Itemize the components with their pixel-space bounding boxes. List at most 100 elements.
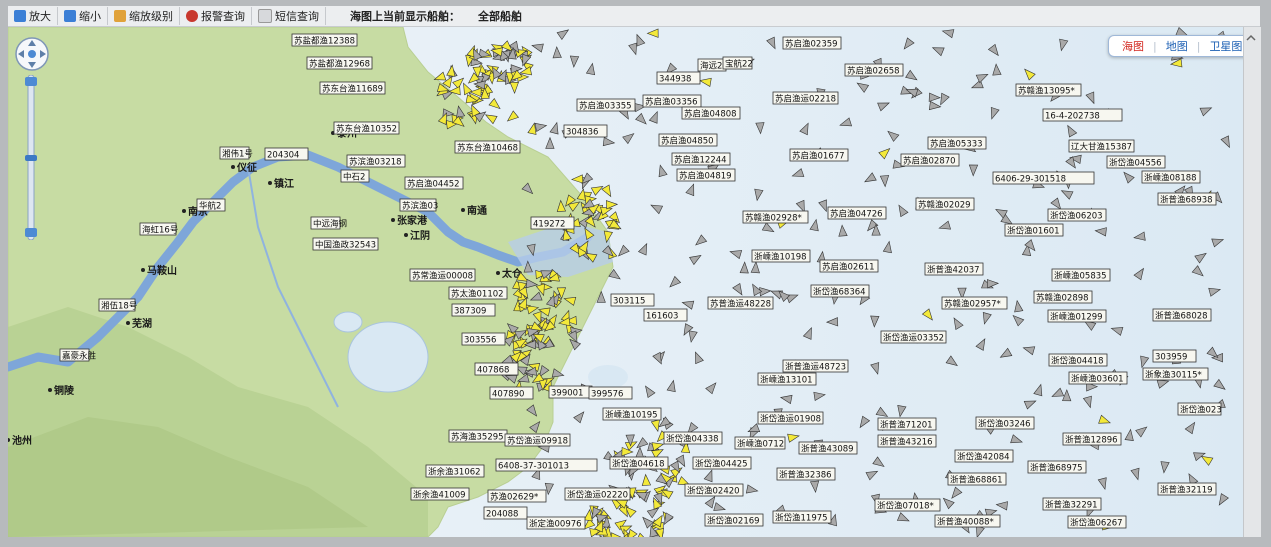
vessel-label[interactable]: 苏启渔01677: [789, 148, 849, 162]
vessel-label[interactable]: 宝航22: [722, 56, 753, 70]
vessel-label[interactable]: 苏启渔02658: [844, 63, 904, 77]
vessel-label[interactable]: 湘伍18号: [98, 298, 137, 312]
pan-control[interactable]: [14, 36, 50, 72]
alarm-query-button[interactable]: 报警查询: [180, 7, 252, 25]
vessel-label[interactable]: 苏盐都渔12968: [306, 56, 373, 70]
map-svg[interactable]: 泰州仪征镇江南京马鞍山芜湖铜陵江阴张家港南通太仓池州苏盐都渔12388苏盐都渔1…: [8, 27, 1243, 537]
vessel-label[interactable]: 苏启渔02611: [819, 259, 879, 273]
vessel-label[interactable]: 浙象渔30115*: [1142, 367, 1209, 381]
vessel-label[interactable]: 344938: [656, 71, 701, 85]
vessel-label[interactable]: 浙岱渔023: [1177, 402, 1222, 416]
vessel-label[interactable]: 辽大甘渔15387: [1068, 139, 1135, 153]
vessel-label[interactable]: 浙岱渔07018*: [874, 498, 941, 512]
vessel-label[interactable]: 浙嵊渔10198: [751, 249, 811, 263]
vessel-label[interactable]: 浙普渔12896: [1062, 432, 1122, 446]
vessel-label[interactable]: 苏启渔04808: [681, 106, 741, 120]
vessel-label[interactable]: 浙岱渔运03352: [880, 330, 947, 344]
vessel-label[interactable]: 浙普渔68861: [947, 472, 1007, 486]
vessel-label[interactable]: 苏东台渔11689: [319, 81, 386, 95]
map-type-road[interactable]: 地图: [1157, 38, 1197, 54]
vessel-label[interactable]: 苏赣渔02898: [1033, 290, 1093, 304]
vessel-label[interactable]: 苏启渔运02218: [772, 91, 839, 105]
vessel-label[interactable]: 浙岱渔04425: [692, 456, 752, 470]
vessel-label[interactable]: 浙普渔68938: [1157, 192, 1217, 206]
vessel-label[interactable]: 204088: [483, 506, 528, 520]
vessel-label[interactable]: 浙普渔32386: [776, 467, 836, 481]
vessel-label[interactable]: 浙定渔00976: [526, 516, 586, 530]
vessel-label[interactable]: 苏赣渔02029: [915, 197, 975, 211]
vessel-label[interactable]: 浙余渔41009: [410, 487, 470, 501]
vessel-label[interactable]: 苏启渔03355: [576, 98, 636, 112]
vessel-label[interactable]: 苏赣渔02957*: [941, 296, 1008, 310]
vessel-label[interactable]: 204304: [264, 147, 309, 161]
vessel-label[interactable]: 苏滨渔03: [399, 198, 438, 212]
vessel-label[interactable]: 浙嵊渔13101: [757, 372, 817, 386]
vessel-label[interactable]: 407868: [474, 362, 519, 376]
vessel-label[interactable]: 浙岱渔运01908: [757, 411, 824, 425]
vessel-label[interactable]: 303556: [461, 332, 506, 346]
vessel-label[interactable]: 浙普渔32119: [1157, 482, 1217, 496]
vessel-label[interactable]: 浙普渔68975: [1027, 460, 1087, 474]
vessel-label[interactable]: 海虹16号: [139, 222, 178, 236]
vessel-label[interactable]: 苏岱渔运09918: [504, 433, 571, 447]
zoom-slider[interactable]: [24, 74, 38, 241]
vessel-label[interactable]: 浙嵊渔03601: [1068, 371, 1128, 385]
vessel-label[interactable]: 嘉豪永胜: [59, 348, 97, 362]
vessel-label[interactable]: 苏渔02629*: [487, 489, 547, 503]
vessel-label[interactable]: 浙岱渔68364: [810, 284, 870, 298]
vessel-label[interactable]: 浙岱渔42084: [954, 449, 1014, 463]
vessel-label[interactable]: 浙嵊渔01299: [1047, 309, 1107, 323]
vessel-label[interactable]: 6408-37-301013: [495, 458, 598, 472]
sms-query-button[interactable]: 短信查询: [252, 7, 326, 25]
vessel-label[interactable]: 浙岱渔02420: [684, 483, 744, 497]
vessel-label[interactable]: 浙普渔40088*: [934, 514, 1001, 528]
vessel-label[interactable]: 苏启渔04726: [827, 206, 887, 220]
vessel-label[interactable]: 苏启渔02359: [782, 36, 842, 50]
vessel-label[interactable]: 浙嵊渔10195: [602, 407, 662, 421]
map-canvas[interactable]: 泰州 仪征 镇江 南京 马鞍山 芜湖 铜陵 江阴 张家港 南通 太仓 池州 苏盐都渔12388 苏盐都渔1…: [8, 27, 1243, 537]
vessel-label[interactable]: 161603: [643, 308, 688, 322]
vessel-label[interactable]: 399001: [548, 385, 593, 399]
zoom-in-button[interactable]: 放大: [8, 7, 58, 25]
vessel-label[interactable]: 苏常渔运00008: [409, 268, 476, 282]
vessel-label[interactable]: 浙普渔68028: [1152, 308, 1212, 322]
vessel-label[interactable]: 浙岱渔04338: [663, 431, 723, 445]
vessel-label[interactable]: 苏盐都渔12388: [291, 33, 358, 47]
vessel-label[interactable]: 浙嵊渔08188: [1141, 170, 1201, 184]
vessel-label[interactable]: 苏海渔35295: [448, 429, 508, 443]
vessel-label[interactable]: 浙普渔42037: [924, 262, 984, 276]
vessel-label[interactable]: 苏太渔01102: [448, 286, 508, 300]
vessel-label[interactable]: 浙岱渔01601: [1004, 223, 1064, 237]
vessel-label[interactable]: 湘伟1号: [219, 146, 253, 160]
vessel-label[interactable]: 苏滨渔03218: [346, 154, 406, 168]
vessel-label[interactable]: 苏启渔04850: [658, 133, 718, 147]
vessel-label[interactable]: 浙余渔31062: [425, 464, 485, 478]
vessel-label[interactable]: 苏东台渔10468: [454, 140, 521, 154]
vessel-label[interactable]: 304836: [563, 124, 608, 138]
zoom-level-button[interactable]: 缩放级别: [108, 7, 180, 25]
vessel-label[interactable]: 浙岱渔02169: [704, 513, 764, 527]
vessel-label[interactable]: 浙嵊渔0712: [734, 436, 786, 450]
vessel-label[interactable]: 浙岱渔运02220: [564, 487, 631, 501]
vessel-label[interactable]: 浙普渔43089: [798, 441, 858, 455]
vessel-label[interactable]: 16-4-202738: [1042, 108, 1123, 122]
scroll-up-icon[interactable]: [1246, 33, 1256, 43]
vessel-label[interactable]: 苏启渔12244: [671, 152, 731, 166]
vessel-label[interactable]: 303115: [610, 293, 655, 307]
vessel-label[interactable]: 303959: [1152, 349, 1197, 363]
vessel-label[interactable]: 浙岱渔11975: [772, 510, 832, 524]
vessel-label[interactable]: 苏赣渔02928*: [742, 210, 809, 224]
vessel-label[interactable]: 浙岱渔04556: [1106, 155, 1166, 169]
vessel-label[interactable]: 浙嵊渔05835: [1051, 268, 1111, 282]
vessel-label[interactable]: 浙普渔32291: [1042, 497, 1102, 511]
vessel-label[interactable]: 华航2: [196, 198, 226, 212]
vessel-label[interactable]: 浙岱渔04618: [609, 456, 669, 470]
vessel-label[interactable]: 苏启渔05333: [927, 136, 987, 150]
vessel-label[interactable]: 浙岱渔03246: [975, 416, 1035, 430]
vessel-label[interactable]: 苏启渔04819: [676, 168, 736, 182]
vessel-label[interactable]: 419272: [530, 216, 575, 230]
vessel-label[interactable]: 苏东台渔10352: [333, 121, 400, 135]
vessel-label[interactable]: 苏启渔02870: [900, 153, 960, 167]
vessel-label[interactable]: 浙普渔71201: [877, 417, 937, 431]
vessel-label[interactable]: 苏启渔04452: [404, 176, 464, 190]
